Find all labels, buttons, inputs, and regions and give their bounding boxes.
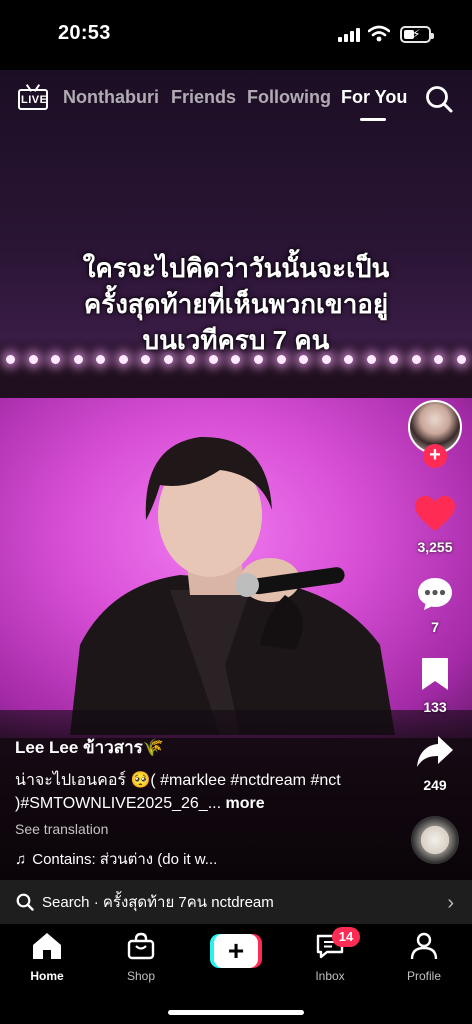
caption-line: บนเวทีครบ 7 คน xyxy=(142,325,330,355)
caption-line: ใครจะไปคิดว่าวันนั้นจะเป็น xyxy=(82,253,390,283)
save-count: 133 xyxy=(423,699,447,715)
bookmark-icon xyxy=(422,658,448,690)
music-note-icon: ♫ xyxy=(15,850,27,868)
tab-following[interactable]: Following xyxy=(247,87,331,108)
share-button[interactable]: 249 xyxy=(402,734,468,793)
share-count: 249 xyxy=(423,777,447,793)
sound-text: Contains: ส่วนต่าง (do it w... xyxy=(32,851,218,868)
post-description[interactable]: น่าจะไปเอนคอร์ 🥺( #marklee #nctdream #nc… xyxy=(15,769,375,815)
tab-profile[interactable]: Profile xyxy=(389,932,459,983)
tab-profile-label: Profile xyxy=(406,969,441,983)
profile-icon xyxy=(410,932,438,960)
search-icon[interactable] xyxy=(424,84,454,114)
share-arrow-icon xyxy=(417,736,453,767)
like-count: 3,255 xyxy=(417,539,453,555)
chevron-right-icon: › xyxy=(447,892,454,914)
heart-icon xyxy=(415,496,455,531)
search-small-icon xyxy=(16,893,34,911)
tab-shop-label: Shop xyxy=(126,969,156,983)
bottom-tab-bar: Home Shop + Inbox 14 Profile xyxy=(0,924,472,1024)
wifi-icon xyxy=(368,25,390,42)
tab-inbox-label: Inbox xyxy=(315,969,345,983)
top-nav: LIVE Nonthaburi Friends Following For Yo… xyxy=(0,80,472,121)
battery-icon: ⚡ xyxy=(400,26,434,43)
video-caption: ใครจะไปคิดว่าวันนั้นจะเป็น ครั้งสุดท้ายท… xyxy=(30,250,442,358)
see-translation-link[interactable]: See translation xyxy=(15,821,395,837)
more-link[interactable]: more xyxy=(225,795,264,812)
post-info: Lee Lee ข้าวสาร🌾 น่าจะไปเอนคอร์ 🥺( #mark… xyxy=(15,734,395,871)
live-label: LIVE xyxy=(21,94,48,106)
follow-plus-button[interactable]: + xyxy=(423,444,447,468)
comment-icon xyxy=(418,578,452,610)
tab-home-label: Home xyxy=(30,969,64,983)
plus-icon: + xyxy=(214,934,258,968)
live-button[interactable]: LIVE xyxy=(18,84,48,110)
performer-image xyxy=(70,436,395,735)
create-button[interactable]: + xyxy=(210,934,262,968)
sound-label[interactable]: ♫ Contains: ส่วนต่าง (do it w... xyxy=(15,847,395,871)
like-button[interactable]: 3,255 xyxy=(402,496,468,555)
comment-button[interactable]: 7 xyxy=(402,576,468,635)
tab-shop[interactable]: Shop xyxy=(106,932,176,983)
comment-count: 7 xyxy=(431,619,439,635)
related-search-bar[interactable]: Search · ครั้งสุดท้าย 7คน nctdream › xyxy=(0,880,472,924)
description-text: น่าจะไปเอนคอร์ 🥺( #marklee #nctdream #nc… xyxy=(15,772,341,812)
music-disc[interactable] xyxy=(411,816,459,864)
tab-nonthaburi[interactable]: Nonthaburi xyxy=(63,87,159,108)
status-bar: 20:53 ⚡ xyxy=(0,0,472,70)
inbox-badge: 14 xyxy=(332,927,360,947)
caption-line: ครั้งสุดท้ายที่เห็นพวกเขาอยู่ xyxy=(83,289,389,319)
home-indicator[interactable] xyxy=(168,1010,304,1015)
cellular-signal-icon xyxy=(338,26,362,42)
related-search-text: Search · ครั้งสุดท้าย 7คน nctdream xyxy=(42,894,274,911)
tab-friends[interactable]: Friends xyxy=(171,87,236,108)
status-time: 20:53 xyxy=(58,22,111,44)
active-tab-indicator xyxy=(360,118,386,121)
creator-username[interactable]: Lee Lee ข้าวสาร🌾 xyxy=(15,734,395,761)
home-icon xyxy=(33,933,61,959)
shopping-bag-icon xyxy=(127,932,155,960)
tab-for-you[interactable]: For You xyxy=(341,87,407,108)
save-button[interactable]: 133 xyxy=(402,656,468,715)
tab-home[interactable]: Home xyxy=(12,932,82,983)
